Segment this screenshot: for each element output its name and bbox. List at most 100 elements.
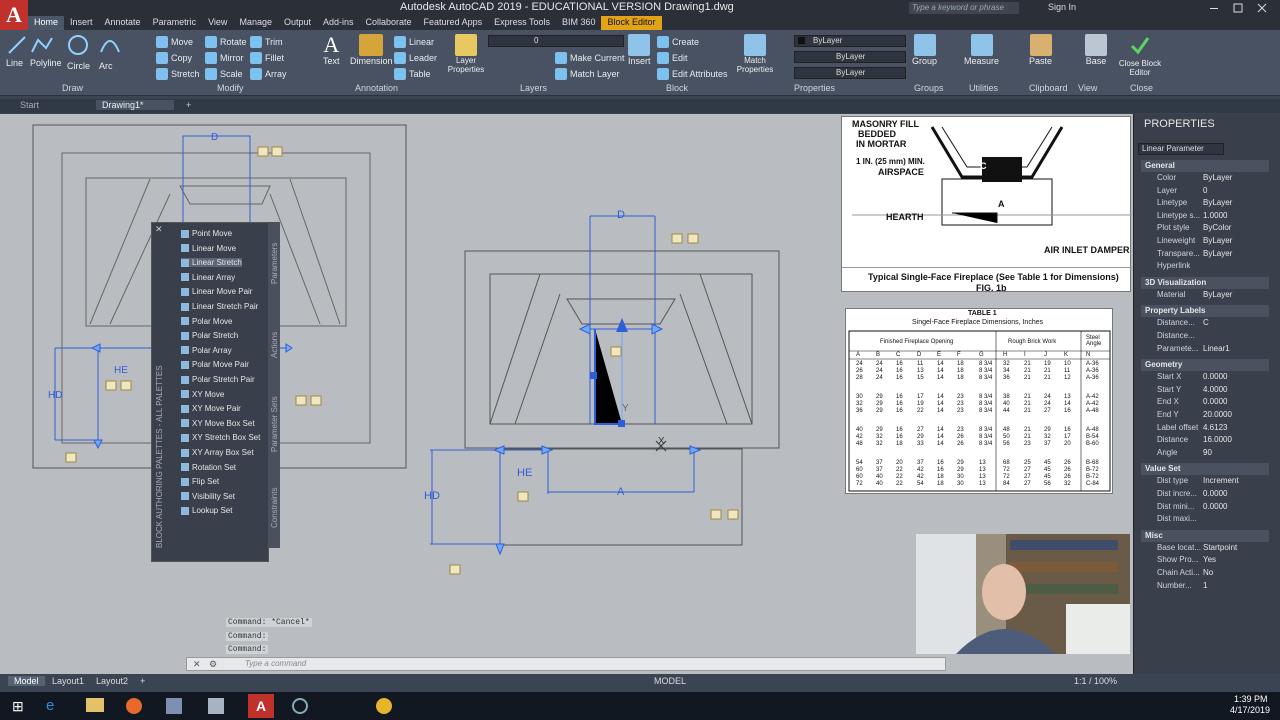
menu-tab-parametric[interactable]: Parametric [147,16,203,30]
command-line[interactable]: ✕ ⚙ Type a command [186,657,946,671]
property-value[interactable]: 16.0000 [1203,435,1232,444]
section-general[interactable]: General [1141,160,1269,172]
edit-block-button[interactable]: Edit [657,52,688,64]
menu-tab-manage[interactable]: Manage [233,16,278,30]
layer-properties-button[interactable]: Layer Properties [446,34,486,74]
close-block-editor-button[interactable]: Close Block Editor [1116,34,1164,77]
palette-item-xy-move-box-set[interactable]: XY Move Box Set [181,419,255,428]
lineweight-dropdown[interactable]: ByLayer [794,67,906,79]
menu-tab-view[interactable]: View [202,16,233,30]
palette-item-point-move[interactable]: Point Move [181,229,232,238]
property-value[interactable]: 1 [1203,581,1207,590]
property-value[interactable]: ByLayer [1203,198,1232,207]
palette-item-visibility-set[interactable]: Visibility Set [181,492,235,501]
palette-item-linear-move[interactable]: Linear Move [181,244,236,253]
property-row[interactable]: End X 0.0000 [1141,397,1269,409]
property-row[interactable]: Dist maxi... [1141,514,1269,526]
property-row[interactable]: Number... 1 [1141,581,1269,593]
palette-item-polar-move[interactable]: Polar Move [181,317,232,326]
line-button[interactable]: Line [6,34,30,68]
circle-button[interactable]: Circle [67,34,90,71]
property-row[interactable]: Linetype s... 1.0000 [1141,211,1269,223]
autocad-logo[interactable]: A [0,0,28,32]
menu-tab-annotate[interactable]: Annotate [99,16,147,30]
dim-he-right[interactable]: HE [517,467,532,479]
copy-button[interactable]: Copy [156,52,192,64]
property-row[interactable]: Plot style ByColor [1141,223,1269,235]
property-value[interactable]: Startpoint [1203,543,1237,552]
chrome-icon[interactable] [376,698,392,714]
property-value[interactable]: 90 [1203,448,1212,457]
property-value[interactable]: ByLayer [1203,236,1232,245]
tab-parameters[interactable]: Parameters [270,243,279,284]
match-layer-button[interactable]: Match Layer [555,68,620,80]
linetype-dropdown[interactable]: ByLayer [794,51,906,63]
palette-item-polar-move-pair[interactable]: Polar Move Pair [181,360,249,369]
property-value[interactable]: Increment [1203,476,1239,485]
trim-button[interactable]: Trim [250,36,283,48]
scale-button[interactable]: Scale [205,68,243,80]
section-value-set[interactable]: Value Set [1141,463,1269,476]
palette-item-xy-array-box-set[interactable]: XY Array Box Set [181,448,254,457]
file-explorer-icon[interactable] [86,698,104,712]
menu-tab-insert[interactable]: Insert [64,16,99,30]
section-misc[interactable]: Misc [1141,529,1269,542]
palette-item-polar-stretch[interactable]: Polar Stretch [181,331,238,340]
paste-button[interactable]: Paste [1029,34,1052,66]
palette-item-polar-array[interactable]: Polar Array [181,346,232,355]
dim-he-left[interactable]: HE [114,365,128,376]
menu-tab-block-editor[interactable]: Block Editor [601,16,662,30]
property-row[interactable]: Distance... C [1141,318,1269,330]
property-row[interactable]: Dist type Increment [1141,476,1269,488]
property-value[interactable]: No [1203,568,1213,577]
palette-item-linear-stretch[interactable]: Linear Stretch [181,258,242,268]
tab-layout1[interactable]: Layout1 [52,676,84,686]
property-row[interactable]: End Y 20.0000 [1141,410,1269,422]
tab-layout2[interactable]: Layout2 [96,676,128,686]
linear-dim-button[interactable]: Linear [394,36,434,48]
property-row[interactable]: Lineweight ByLayer [1141,236,1269,248]
color-dropdown[interactable]: ByLayer [794,35,906,47]
section-geometry[interactable]: Geometry [1141,359,1269,372]
autocad-taskbar-icon[interactable]: A [248,694,274,718]
dim-d-right[interactable]: D [617,209,625,221]
property-value[interactable]: 1.0000 [1203,211,1227,220]
arc-button[interactable]: Arc [99,34,121,71]
start-icon[interactable]: ⊞ [12,698,24,715]
palette-item-flip-set[interactable]: Flip Set [181,477,219,486]
palette-item-xy-move[interactable]: XY Move [181,390,224,399]
annotation-scale[interactable]: 1:1 / 100% [1074,676,1117,686]
new-tab-button[interactable]: + [186,100,191,110]
tab-model[interactable]: Model [8,676,45,686]
move-button[interactable]: Move [156,36,193,48]
property-value[interactable]: C [1203,318,1209,327]
property-value[interactable]: 20.0000 [1203,410,1232,419]
add-layout-button[interactable]: + [140,676,145,686]
section-property-labels[interactable]: Property Labels [1141,305,1269,318]
property-value[interactable]: ByColor [1203,223,1231,232]
sign-in-link[interactable]: Sign In [1048,2,1076,12]
menu-tab-home[interactable]: Home [28,16,65,30]
match-properties-button[interactable]: Match Properties [736,34,774,74]
group-button[interactable]: Group [912,34,937,66]
property-value[interactable]: 4.6123 [1203,423,1227,432]
clock-time[interactable]: 1:39 PM [1234,694,1268,704]
palette-item-linear-array[interactable]: Linear Array [181,273,235,282]
clock-date[interactable]: 4/17/2019 [1230,705,1270,715]
property-value[interactable]: Linear1 [1203,344,1230,353]
property-value[interactable]: ByLayer [1203,290,1232,299]
mirror-button[interactable]: Mirror [205,52,244,64]
property-value[interactable]: 0 [1203,186,1207,195]
property-row[interactable]: Angle 90 [1141,448,1269,460]
tab-actions[interactable]: Actions [270,332,279,358]
edge-icon[interactable]: e [46,697,54,714]
property-value[interactable]: 0.0000 [1203,502,1227,511]
property-row[interactable]: Chain Acti... No [1141,568,1269,580]
property-value[interactable]: 0.0000 [1203,372,1227,381]
property-row[interactable]: Distance 16.0000 [1141,435,1269,447]
property-row[interactable]: Transpare... ByLayer [1141,249,1269,261]
property-value[interactable]: 4.0000 [1203,385,1227,394]
property-row[interactable]: Start X 0.0000 [1141,372,1269,384]
tab-start[interactable]: Start [20,100,39,110]
property-row[interactable]: Linetype ByLayer [1141,198,1269,210]
